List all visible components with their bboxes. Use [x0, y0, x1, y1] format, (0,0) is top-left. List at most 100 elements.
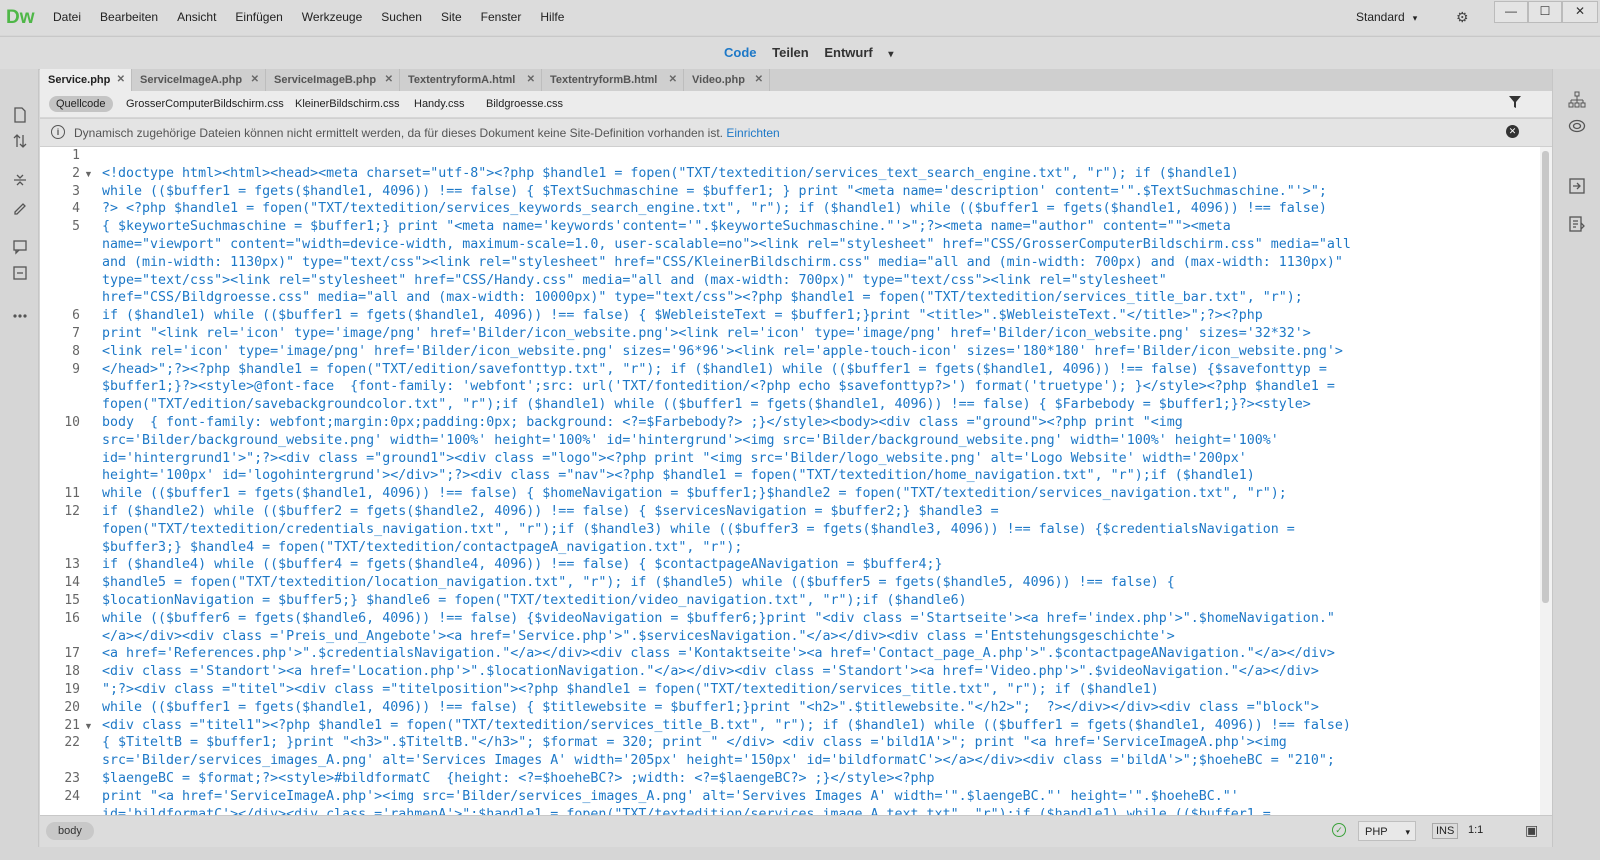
- code-line[interactable]: <!doctype html><html><head><meta charset…: [102, 165, 1239, 183]
- code-line[interactable]: $laengeBC = $format;?><style>#bildformat…: [102, 770, 935, 788]
- code-line[interactable]: while (($buffer1 = fgets($handle1, 4096)…: [102, 183, 1327, 201]
- code-line[interactable]: </head>";?><?php $handle1 = fopen("TXT/e…: [102, 361, 1327, 379]
- fold-toggle-icon[interactable]: ▼: [84, 165, 93, 183]
- live-preview-icon[interactable]: ▣: [1525, 822, 1538, 839]
- line-number: 10: [64, 415, 80, 430]
- more-options-icon[interactable]: [11, 305, 29, 323]
- code-line[interactable]: while (($buffer6 = fgets($handle6, 4096)…: [102, 610, 1335, 628]
- code-line[interactable]: id='bildformatC'></div><div class ='rahm…: [102, 806, 1271, 815]
- file-management-icon[interactable]: [11, 133, 29, 151]
- fold-toggle-icon[interactable]: ▼: [84, 717, 93, 735]
- menu-datei[interactable]: Datei: [53, 10, 81, 24]
- close-icon[interactable]: ✕: [117, 69, 125, 91]
- menu-hilfe[interactable]: Hilfe: [540, 10, 564, 24]
- code-line[interactable]: print "<link rel='icon' type='image/png'…: [102, 325, 1311, 343]
- related-source-code[interactable]: Quellcode: [49, 96, 113, 112]
- code-line[interactable]: $locationNavigation = $buffer5;} $handle…: [102, 592, 967, 610]
- close-icon[interactable]: ✕: [385, 69, 393, 91]
- code-line[interactable]: { $keyworteSuchmaschine = $buffer1;} pri…: [102, 218, 1231, 236]
- tab-serviceimageb-php[interactable]: ServiceImageB.php ✕: [266, 69, 400, 91]
- apply-comment-icon[interactable]: [11, 239, 29, 257]
- code-line[interactable]: fopen("TXT/textedition/credentials_navig…: [102, 521, 1295, 539]
- tab-serviceimagea-php[interactable]: ServiceImageA.php ✕: [132, 69, 266, 91]
- menu-werkzeuge[interactable]: Werkzeuge: [302, 10, 362, 24]
- menu-ansicht[interactable]: Ansicht: [177, 10, 216, 24]
- css-designer-icon[interactable]: [1567, 215, 1587, 235]
- code-line[interactable]: if ($handle4) while (($buffer4 = fgets($…: [102, 556, 943, 574]
- insert-mode-indicator[interactable]: INS: [1432, 823, 1459, 839]
- code-line[interactable]: <link rel='icon' type='image/png' href='…: [102, 343, 1343, 361]
- insert-panel-icon[interactable]: [1567, 177, 1587, 197]
- line-number: [40, 289, 80, 307]
- code-line[interactable]: if ($handle1) while (($buffer1 = fgets($…: [102, 307, 1263, 325]
- menu-einfuegen[interactable]: Einfügen: [235, 10, 282, 24]
- scrollbar-thumb[interactable]: [1542, 151, 1549, 603]
- code-line[interactable]: <div class ='Standort'><a href='Location…: [102, 663, 1319, 681]
- minimize-button[interactable]: —: [1494, 1, 1528, 23]
- tab-video-php[interactable]: Video.php ✕: [684, 69, 770, 91]
- setup-site-link[interactable]: Einrichten: [726, 126, 779, 140]
- vertical-scrollbar[interactable]: [1540, 147, 1552, 815]
- code-line[interactable]: { $TiteltB = $buffer1; }print "<h3>".$Ti…: [102, 734, 1287, 752]
- menu-bearbeiten[interactable]: Bearbeiten: [100, 10, 158, 24]
- line-number: 8: [72, 344, 80, 359]
- close-icon[interactable]: ✕: [1506, 125, 1519, 138]
- line-number: 17: [64, 646, 80, 661]
- related-file[interactable]: Bildgroesse.css: [479, 96, 570, 112]
- code-line[interactable]: src='Bilder/services_images_A.png' alt='…: [102, 752, 1335, 770]
- code-line[interactable]: while (($buffer1 = fgets($handle1, 4096)…: [102, 699, 1319, 717]
- related-file[interactable]: KleinerBildschirm.css: [288, 96, 407, 112]
- tag-selector[interactable]: body: [46, 822, 94, 840]
- code-line[interactable]: href="CSS/Bildgroesse.css" media="all an…: [102, 289, 1303, 307]
- code-line[interactable]: $buffer3;} $handle4 = fopen("TXT/textedi…: [102, 539, 742, 557]
- maximize-button[interactable]: ☐: [1528, 1, 1562, 23]
- close-window-button[interactable]: ✕: [1562, 1, 1598, 23]
- tab-textentryforma-html[interactable]: TextentryformA.html ✕: [400, 69, 542, 91]
- code-line[interactable]: name="viewport" content="width=device-wi…: [102, 236, 1351, 254]
- format-source-icon[interactable]: [11, 199, 29, 217]
- check-icon: ✓: [1332, 823, 1346, 837]
- code-line[interactable]: <a href='References.php'>".$credentialsN…: [102, 645, 1335, 663]
- open-documents-icon[interactable]: [11, 107, 29, 125]
- code-line[interactable]: while (($buffer1 = fgets($handle1, 4096)…: [102, 485, 1287, 503]
- workspace-switcher[interactable]: Standard ▾: [1356, 10, 1417, 24]
- code-line[interactable]: <div class ="titel1"><?php $handle1 = fo…: [102, 717, 1351, 735]
- sync-settings-icon[interactable]: ⚙: [1456, 9, 1469, 26]
- split-view-button[interactable]: Teilen: [772, 45, 809, 60]
- menu-fenster[interactable]: Fenster: [481, 10, 522, 24]
- code-line[interactable]: $handle5 = fopen("TXT/textedition/locati…: [102, 574, 1175, 592]
- design-view-button[interactable]: Entwurf: [824, 45, 872, 60]
- creative-cloud-icon[interactable]: [1567, 119, 1587, 139]
- tab-service-php[interactable]: Service.php ✕: [40, 69, 132, 91]
- close-icon[interactable]: ✕: [669, 69, 677, 91]
- close-icon[interactable]: ✕: [527, 69, 535, 91]
- related-file[interactable]: Handy.css: [407, 96, 472, 112]
- code-editor[interactable]: 1 2 ▼ 3 4 5 6 7 8 9 10 11 12 13 14 15 16 17 18 19 20 21 ▼ 22 23 2…: [40, 147, 1540, 815]
- code-view-button[interactable]: Code: [724, 45, 757, 60]
- document-type-select[interactable]: PHP ▾: [1358, 821, 1416, 841]
- code-line[interactable]: </a></div><div class ='Preis_und_Angebot…: [102, 628, 1175, 646]
- dom-panel-icon[interactable]: [1567, 91, 1587, 111]
- code-line[interactable]: height='100px' id='logohintergrund'></di…: [102, 467, 1255, 485]
- menu-suchen[interactable]: Suchen: [381, 10, 422, 24]
- collapse-code-icon[interactable]: [11, 172, 29, 190]
- code-line[interactable]: ?> <?php $handle1 = fopen("TXT/textediti…: [102, 200, 1327, 218]
- code-line[interactable]: and (min-width: 1130px)" type="text/css"…: [102, 254, 1343, 272]
- code-line[interactable]: ";?><div class ="titel"><div class ="tit…: [102, 681, 1159, 699]
- close-icon[interactable]: ✕: [251, 69, 259, 91]
- code-line[interactable]: if ($handle2) while (($buffer2 = fgets($…: [102, 503, 999, 521]
- tab-textentryformb-html[interactable]: TextentryformB.html ✕: [542, 69, 684, 91]
- code-line[interactable]: type="text/css"><link rel="stylesheet" h…: [102, 272, 1167, 290]
- code-line[interactable]: src='Bilder/background_website.png' widt…: [102, 432, 1279, 450]
- code-line[interactable]: body { font-family: webfont;margin:0px;p…: [102, 414, 1183, 432]
- code-line[interactable]: id='hintergrund1'>";?><div class ="groun…: [102, 450, 1247, 468]
- remove-comment-icon[interactable]: [11, 265, 29, 283]
- code-line[interactable]: $buffer1;}?><style>@font-face {font-fami…: [102, 378, 1335, 396]
- related-file[interactable]: GrosserComputerBildschirm.css: [119, 96, 291, 112]
- menu-site[interactable]: Site: [441, 10, 462, 24]
- code-line[interactable]: print "<a href='ServiceImageA.php'><img …: [102, 788, 1239, 806]
- filter-icon[interactable]: [1508, 95, 1522, 112]
- chevron-down-icon[interactable]: ▾: [888, 49, 893, 60]
- close-icon[interactable]: ✕: [755, 69, 763, 91]
- code-line[interactable]: fopen("TXT/edition/savebackgroundcolor.t…: [102, 396, 1311, 414]
